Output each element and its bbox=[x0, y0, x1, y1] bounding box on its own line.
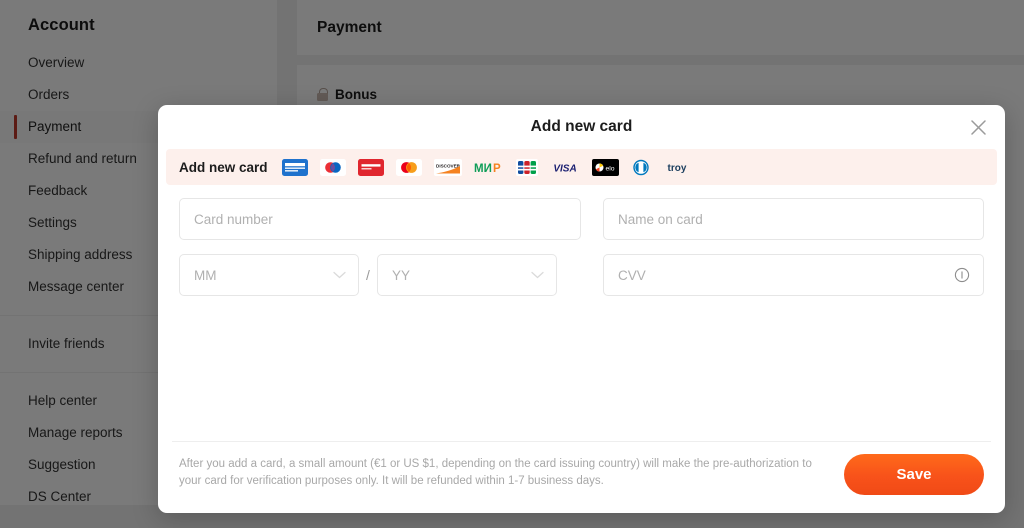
svg-text:Р: Р bbox=[493, 163, 501, 175]
expiry-year-placeholder: YY bbox=[392, 267, 411, 283]
card-form: Card number Name on card MM / YY CVV bbox=[158, 185, 1005, 441]
modal-footer: After you add a card, a small amount (€1… bbox=[172, 441, 991, 513]
american-express-icon bbox=[281, 158, 308, 176]
name-on-card-placeholder: Name on card bbox=[618, 211, 703, 227]
mir-icon: МИ Р bbox=[474, 159, 504, 176]
card-number-input[interactable]: Card number bbox=[179, 198, 581, 240]
chevron-down-icon bbox=[531, 271, 544, 279]
cvv-input[interactable]: CVV bbox=[603, 254, 984, 296]
expiry-month-placeholder: MM bbox=[194, 267, 217, 283]
card-number-placeholder: Card number bbox=[194, 211, 273, 227]
mastercard-icon bbox=[395, 158, 422, 176]
chevron-down-icon bbox=[333, 271, 346, 279]
card-brands-banner: Add new card DISCOVER МИ Р VISA elo troy bbox=[166, 149, 997, 185]
svg-text:troy: troy bbox=[667, 163, 686, 174]
save-button[interactable]: Save bbox=[844, 454, 984, 495]
card-brand-list: DISCOVER МИ Р VISA elo troy bbox=[281, 158, 691, 176]
expiry-group: MM / YY bbox=[179, 254, 581, 296]
cvv-placeholder: CVV bbox=[618, 267, 646, 283]
expiry-year-select[interactable]: YY bbox=[377, 254, 557, 296]
elo-icon: elo bbox=[591, 158, 619, 176]
close-icon[interactable] bbox=[965, 114, 991, 140]
info-icon[interactable] bbox=[954, 267, 970, 283]
form-row-2: MM / YY CVV bbox=[179, 254, 984, 296]
discover-icon: DISCOVER bbox=[433, 158, 462, 176]
form-row-1: Card number Name on card bbox=[179, 198, 984, 240]
add-new-card-modal: Add new card Add new card DISCOVER МИ Р … bbox=[158, 105, 1005, 513]
expiry-separator: / bbox=[366, 267, 370, 283]
preauthorization-note: After you add a card, a small amount (€1… bbox=[179, 458, 812, 487]
visa-icon: VISA bbox=[550, 159, 580, 176]
svg-text:VISA: VISA bbox=[553, 163, 576, 174]
modal-header: Add new card bbox=[158, 105, 1005, 149]
diners-red-icon bbox=[357, 158, 384, 176]
name-on-card-input[interactable]: Name on card bbox=[603, 198, 984, 240]
jcb-icon bbox=[515, 158, 538, 176]
troy-icon: troy bbox=[663, 159, 691, 176]
diners-club-icon bbox=[631, 159, 651, 176]
modal-title: Add new card bbox=[530, 118, 633, 135]
maestro-icon bbox=[319, 158, 346, 176]
svg-text:МИ: МИ bbox=[474, 163, 492, 175]
page-root: Account Overview Orders Payment Refund a… bbox=[0, 0, 1024, 528]
svg-text:elo: elo bbox=[605, 165, 614, 172]
expiry-month-select[interactable]: MM bbox=[179, 254, 359, 296]
banner-label: Add new card bbox=[179, 159, 268, 175]
